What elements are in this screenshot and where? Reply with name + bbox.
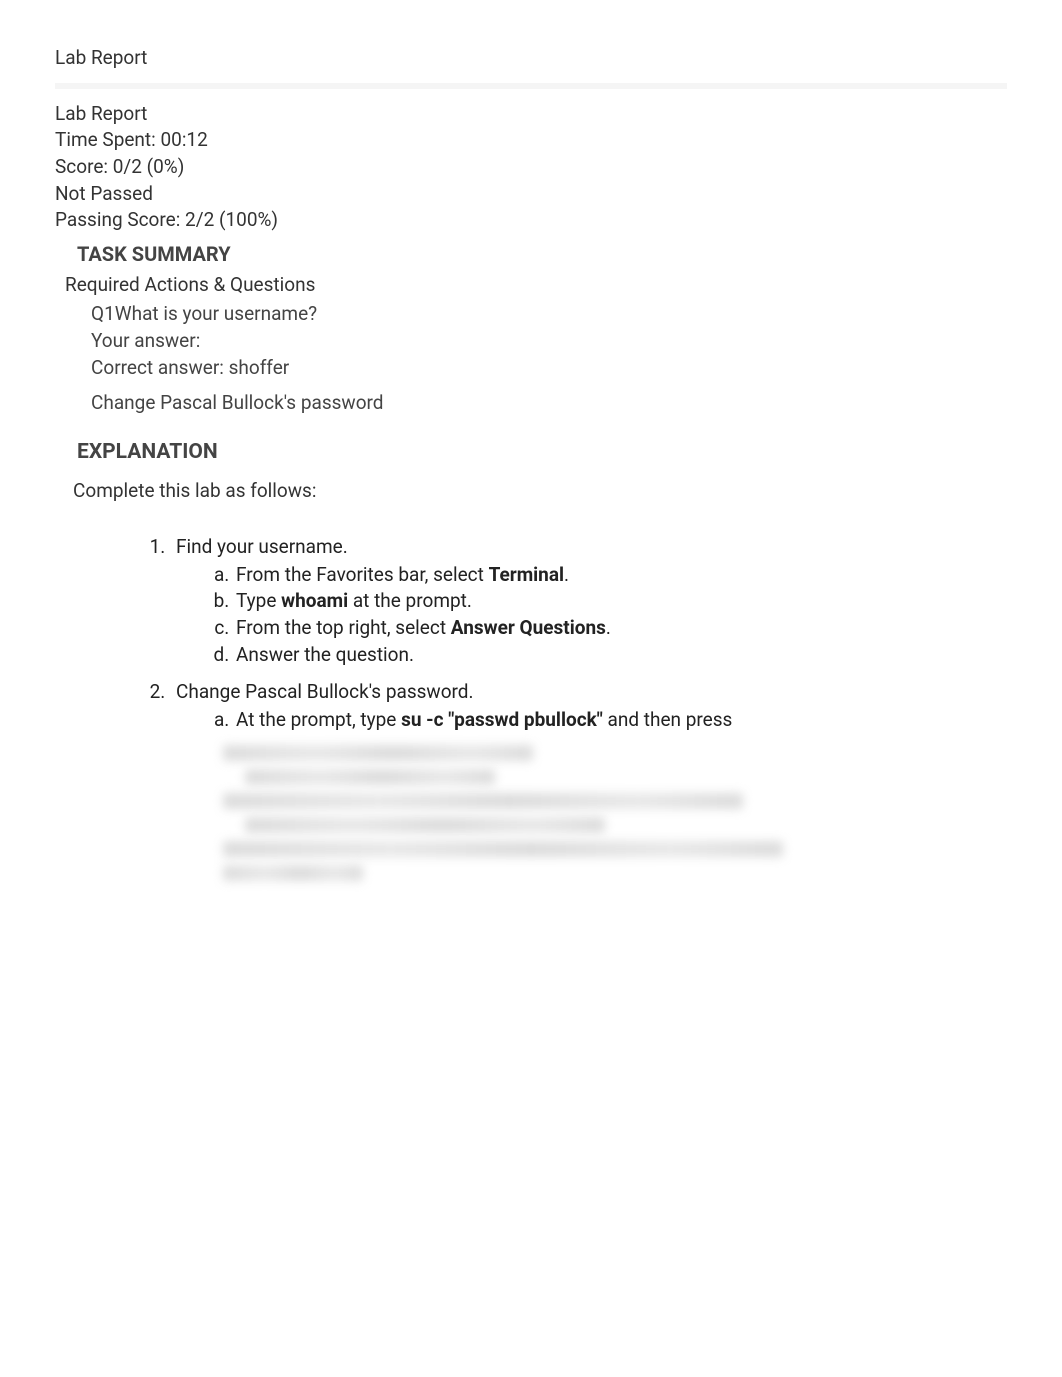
step-1d-pre: Answer the question. — [236, 643, 414, 666]
correct-answer: Correct answer: shoffer — [91, 355, 1007, 381]
step-1-substeps: From the Favorites bar, select Terminal.… — [234, 562, 1007, 668]
page-title: Lab Report — [55, 45, 1007, 71]
score-value: 0/2 (0%) — [113, 155, 185, 178]
meta-score: Score: 0/2 (0%) — [55, 154, 1007, 180]
step-1b: Type whoami at the prompt. — [234, 588, 1007, 614]
meta-time: Time Spent: 00:12 — [55, 127, 1007, 153]
step-1b-bold: whoami — [281, 589, 348, 612]
step-2-substeps: At the prompt, type su -c "passwd pbullo… — [234, 707, 1007, 733]
blur-line — [223, 745, 533, 761]
step-2a-bold: su -c "passwd pbullock" — [401, 708, 603, 731]
score-label: Score: — [55, 155, 113, 178]
steps-list: Find your username. From the Favorites b… — [170, 534, 1007, 732]
step-1: Find your username. From the Favorites b… — [170, 534, 1007, 667]
step-2a: At the prompt, type su -c "passwd pbullo… — [234, 707, 1007, 733]
meta-heading: Lab Report — [55, 101, 1007, 127]
passing-value: 2/2 (100%) — [185, 208, 278, 231]
explanation-heading: EXPLANATION — [77, 438, 1007, 466]
step-1-text: Find your username. — [176, 535, 348, 558]
time-label: Time Spent: — [55, 128, 160, 151]
step-1c-pre: From the top right, select — [236, 616, 451, 639]
step-1c: From the top right, select Answer Questi… — [234, 615, 1007, 641]
blur-line — [223, 841, 783, 857]
step-1c-bold: Answer Questions — [451, 616, 606, 639]
correct-answer-value: shoffer — [229, 356, 290, 379]
question-block: Q1What is your username? Your answer: Co… — [91, 301, 1007, 380]
step-1a-pre: From the Favorites bar, select — [236, 563, 489, 586]
blur-line — [223, 793, 743, 809]
step-2-text: Change Pascal Bullock's password. — [176, 680, 474, 703]
step-1a: From the Favorites bar, select Terminal. — [234, 562, 1007, 588]
your-answer-label: Your answer: — [91, 329, 200, 352]
step-1b-post: at the prompt. — [348, 589, 472, 612]
your-answer: Your answer: — [91, 328, 1007, 354]
step-1a-bold: Terminal — [489, 563, 564, 586]
meta-passing: Passing Score: 2/2 (100%) — [55, 207, 1007, 233]
blurred-content — [223, 745, 1007, 881]
action-2: Change Pascal Bullock's password — [91, 390, 1007, 416]
correct-answer-label: Correct answer: — [91, 356, 229, 379]
step-2a-pre: At the prompt, type — [236, 708, 401, 731]
blur-line — [223, 865, 363, 881]
step-2a-post: and then press — [603, 708, 733, 731]
question-1: Q1What is your username? — [91, 301, 1007, 327]
divider — [55, 83, 1007, 89]
blur-line — [245, 769, 495, 785]
meta-block: Lab Report Time Spent: 00:12 Score: 0/2 … — [55, 101, 1007, 233]
q1-text: What is your username? — [115, 302, 317, 325]
required-actions-heading: Required Actions & Questions — [65, 272, 1007, 298]
step-1a-post: . — [564, 563, 569, 586]
blur-line — [245, 817, 605, 833]
task-summary-heading: TASK SUMMARY — [77, 241, 1007, 268]
step-1c-post: . — [606, 616, 611, 639]
time-value: 00:12 — [160, 128, 207, 151]
step-1d: Answer the question. — [234, 642, 1007, 668]
meta-status: Not Passed — [55, 181, 1007, 207]
passing-label: Passing Score: — [55, 208, 185, 231]
q1-prefix: Q1 — [91, 302, 115, 325]
explanation-intro: Complete this lab as follows: — [73, 478, 1007, 504]
step-1b-pre: Type — [236, 589, 281, 612]
step-2: Change Pascal Bullock's password. At the… — [170, 679, 1007, 732]
